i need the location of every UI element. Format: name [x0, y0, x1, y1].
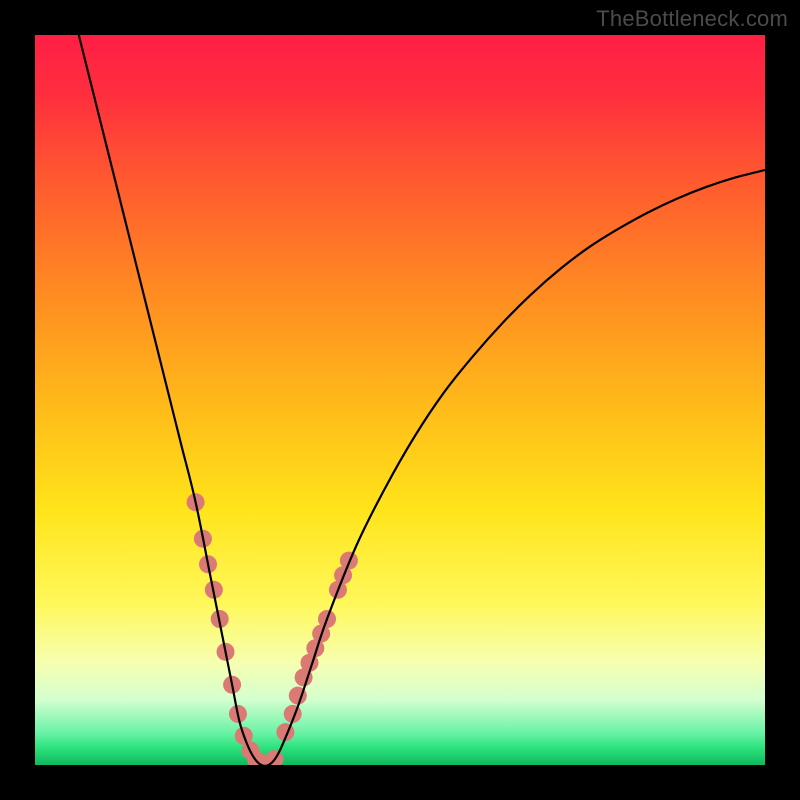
watermark-text: TheBottleneck.com: [596, 6, 788, 32]
marker-point: [265, 750, 283, 765]
marker-group: [187, 493, 358, 765]
chart-frame: TheBottleneck.com: [0, 0, 800, 800]
bottleneck-curve: [79, 35, 765, 765]
plot-area: [35, 35, 765, 765]
curve-layer: [35, 35, 765, 765]
